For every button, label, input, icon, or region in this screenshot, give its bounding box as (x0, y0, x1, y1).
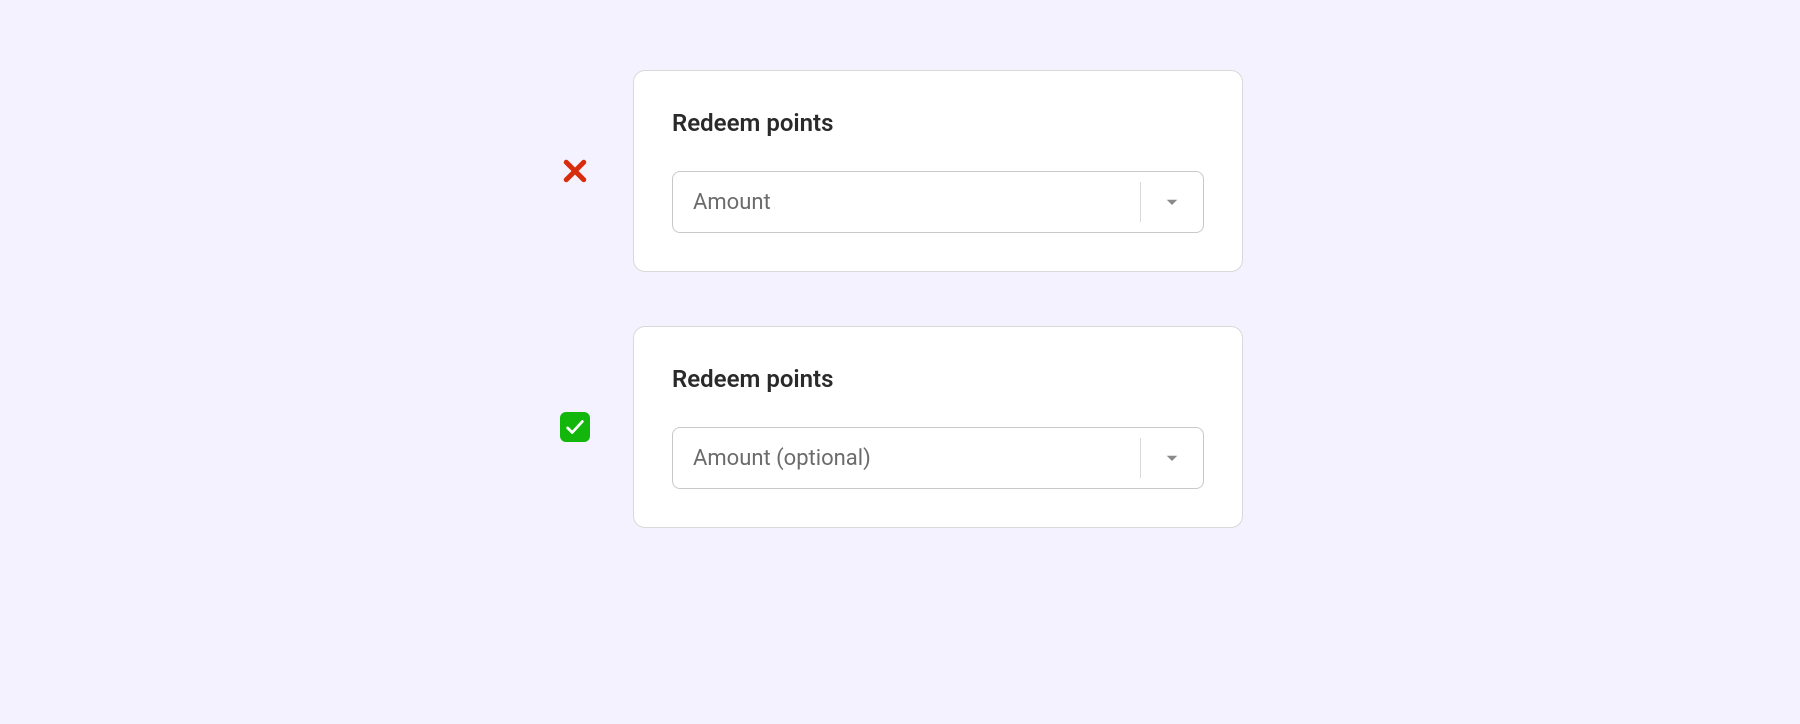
amount-select[interactable]: Amount (optional) (672, 427, 1204, 489)
select-placeholder: Amount (optional) (673, 428, 1140, 488)
example-good: Redeem points Amount (optional) (557, 326, 1243, 528)
amount-select[interactable]: Amount (672, 171, 1204, 233)
caret-down-icon (1141, 428, 1203, 488)
check-icon (560, 412, 590, 442)
caret-down-icon (1141, 172, 1203, 232)
x-icon (557, 153, 593, 189)
card-title: Redeem points (672, 109, 1204, 137)
card-good: Redeem points Amount (optional) (633, 326, 1243, 528)
card-title: Redeem points (672, 365, 1204, 393)
card-bad: Redeem points Amount (633, 70, 1243, 272)
example-bad: Redeem points Amount (557, 70, 1243, 272)
select-placeholder: Amount (673, 172, 1140, 232)
